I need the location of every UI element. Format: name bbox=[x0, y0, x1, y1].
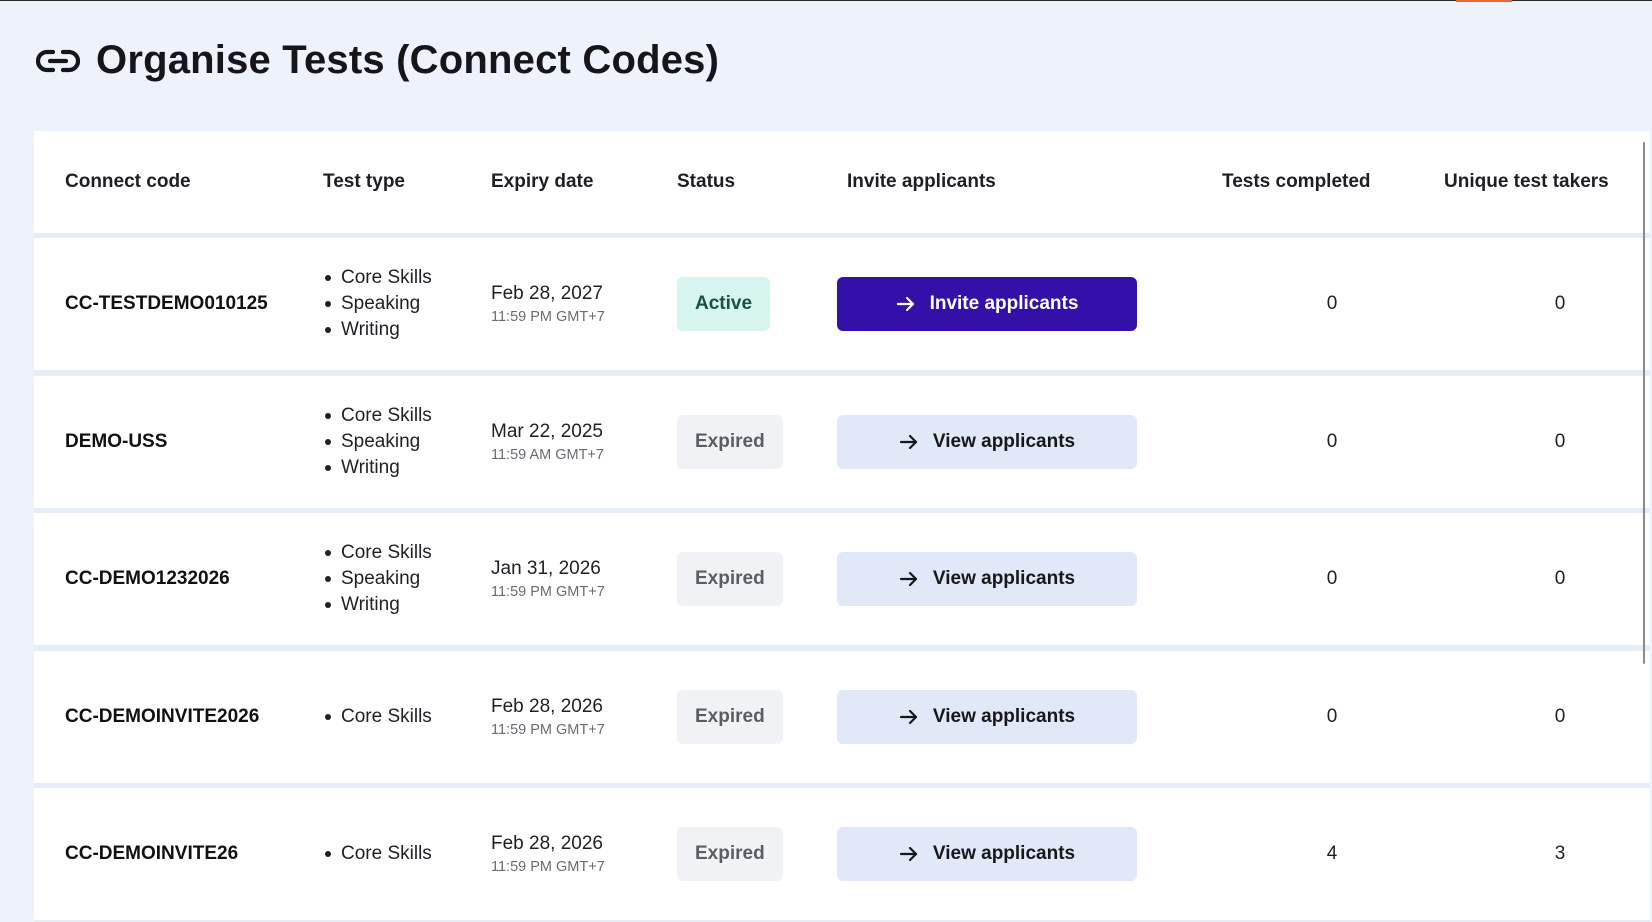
window-top-border bbox=[0, 0, 1652, 1]
table-row: CC-TESTDEMO010125 Core Skills Speaking Writ… bbox=[34, 238, 1650, 370]
table-row: DEMO-USS Core Skills Speaking Writing Mar 22… bbox=[34, 376, 1650, 508]
header-invite-applicants: Invite applicants bbox=[847, 171, 996, 192]
view-applicants-button[interactable]: View applicants bbox=[837, 827, 1137, 881]
expiry-time: 11:59 PM GMT+7 bbox=[491, 308, 605, 325]
arrow-right-icon bbox=[899, 844, 919, 864]
table-row: CC-DEMOINVITE2026 Core Skills Feb 28, 2026… bbox=[34, 651, 1650, 783]
expiry-date: Jan 31, 2026 bbox=[491, 557, 601, 579]
tests-completed-value: 4 bbox=[1326, 843, 1338, 864]
status-badge: Expired bbox=[677, 415, 783, 469]
arrow-right-icon bbox=[899, 707, 919, 727]
expiry-time: 11:59 PM GMT+7 bbox=[491, 858, 605, 875]
expiry-date: Feb 28, 2026 bbox=[491, 832, 603, 854]
expiry-date: Feb 28, 2026 bbox=[491, 695, 603, 717]
table-row: CC-DEMO1232026 Core Skills Speaking Writing… bbox=[34, 513, 1650, 645]
unique-test-takers-value: 0 bbox=[1554, 431, 1566, 452]
tests-completed-value: 0 bbox=[1326, 568, 1338, 589]
test-type-item: Speaking bbox=[325, 292, 432, 316]
connect-code: CC-DEMO1232026 bbox=[65, 568, 230, 589]
test-type-list: Core Skills bbox=[325, 705, 432, 729]
test-type-item: Core Skills bbox=[325, 266, 432, 290]
arrow-right-icon bbox=[899, 432, 919, 452]
button-label: View applicants bbox=[932, 568, 1076, 589]
connect-code: CC-DEMOINVITE26 bbox=[65, 843, 239, 864]
expiry-date: Feb 28, 2027 bbox=[491, 282, 603, 304]
link-icon bbox=[36, 39, 80, 83]
test-type-list: Core Skills Speaking Writing bbox=[325, 266, 432, 342]
arrow-right-icon bbox=[899, 569, 919, 589]
tests-completed-value: 0 bbox=[1326, 431, 1338, 452]
arrow-right-icon bbox=[896, 294, 916, 314]
test-type-item: Writing bbox=[325, 456, 432, 480]
header-expiry-date: Expiry date bbox=[491, 171, 594, 192]
test-type-list: Core Skills bbox=[325, 842, 432, 866]
button-label: View applicants bbox=[932, 706, 1076, 727]
test-type-item: Core Skills bbox=[325, 705, 432, 729]
page-header: Organise Tests (Connect Codes) bbox=[36, 38, 719, 83]
header-connect-code: Connect code bbox=[65, 171, 191, 192]
test-type-list: Core Skills Speaking Writing bbox=[325, 404, 432, 480]
unique-test-takers-value: 3 bbox=[1554, 843, 1566, 864]
page-title: Organise Tests (Connect Codes) bbox=[96, 38, 720, 82]
header-unique-test-takers: Unique test takers bbox=[1444, 171, 1609, 192]
test-type-item: Writing bbox=[325, 318, 432, 342]
connect-codes-table: Connect code Test type Expiry date Statu… bbox=[34, 131, 1650, 922]
view-applicants-button[interactable]: View applicants bbox=[837, 690, 1137, 744]
test-type-item: Core Skills bbox=[325, 541, 432, 565]
header-status: Status bbox=[677, 171, 736, 192]
window-top-accent bbox=[1456, 0, 1512, 2]
status-badge: Expired bbox=[677, 690, 783, 744]
status-badge: Expired bbox=[677, 552, 783, 606]
unique-test-takers-value: 0 bbox=[1554, 706, 1566, 727]
test-type-item: Core Skills bbox=[325, 404, 432, 428]
connect-code: DEMO-USS bbox=[65, 431, 168, 452]
header-tests-completed: Tests completed bbox=[1222, 171, 1371, 192]
test-type-list: Core Skills Speaking Writing bbox=[325, 541, 432, 617]
table-row: CC-DEMOINVITE26 Core Skills Feb 28, 2026 11… bbox=[34, 788, 1650, 920]
expiry-date: Mar 22, 2025 bbox=[491, 420, 603, 442]
expiry-time: 11:59 PM GMT+7 bbox=[491, 721, 605, 738]
unique-test-takers-value: 0 bbox=[1554, 568, 1566, 589]
invite-applicants-button[interactable]: Invite applicants bbox=[837, 277, 1137, 331]
unique-test-takers-value: 0 bbox=[1554, 293, 1566, 314]
header-test-type: Test type bbox=[323, 171, 406, 192]
tests-completed-value: 0 bbox=[1326, 706, 1338, 727]
scrollbar[interactable] bbox=[1643, 142, 1645, 664]
status-badge: Active bbox=[677, 277, 771, 331]
button-label: View applicants bbox=[932, 431, 1076, 452]
test-type-item: Writing bbox=[325, 593, 432, 617]
view-applicants-button[interactable]: View applicants bbox=[837, 415, 1137, 469]
view-applicants-button[interactable]: View applicants bbox=[837, 552, 1137, 606]
button-label: Invite applicants bbox=[929, 293, 1079, 314]
expiry-time: 11:59 PM GMT+7 bbox=[491, 583, 605, 600]
test-type-item: Core Skills bbox=[325, 842, 432, 866]
test-type-item: Speaking bbox=[325, 430, 432, 454]
button-label: View applicants bbox=[932, 843, 1076, 864]
status-badge: Expired bbox=[677, 827, 783, 881]
connect-code: CC-DEMOINVITE2026 bbox=[65, 706, 260, 727]
table-header: Connect code Test type Expiry date Statu… bbox=[34, 131, 1650, 233]
test-type-item: Speaking bbox=[325, 567, 432, 591]
connect-code: CC-TESTDEMO010125 bbox=[65, 293, 268, 314]
tests-completed-value: 0 bbox=[1326, 293, 1338, 314]
expiry-time: 11:59 AM GMT+7 bbox=[491, 446, 604, 463]
